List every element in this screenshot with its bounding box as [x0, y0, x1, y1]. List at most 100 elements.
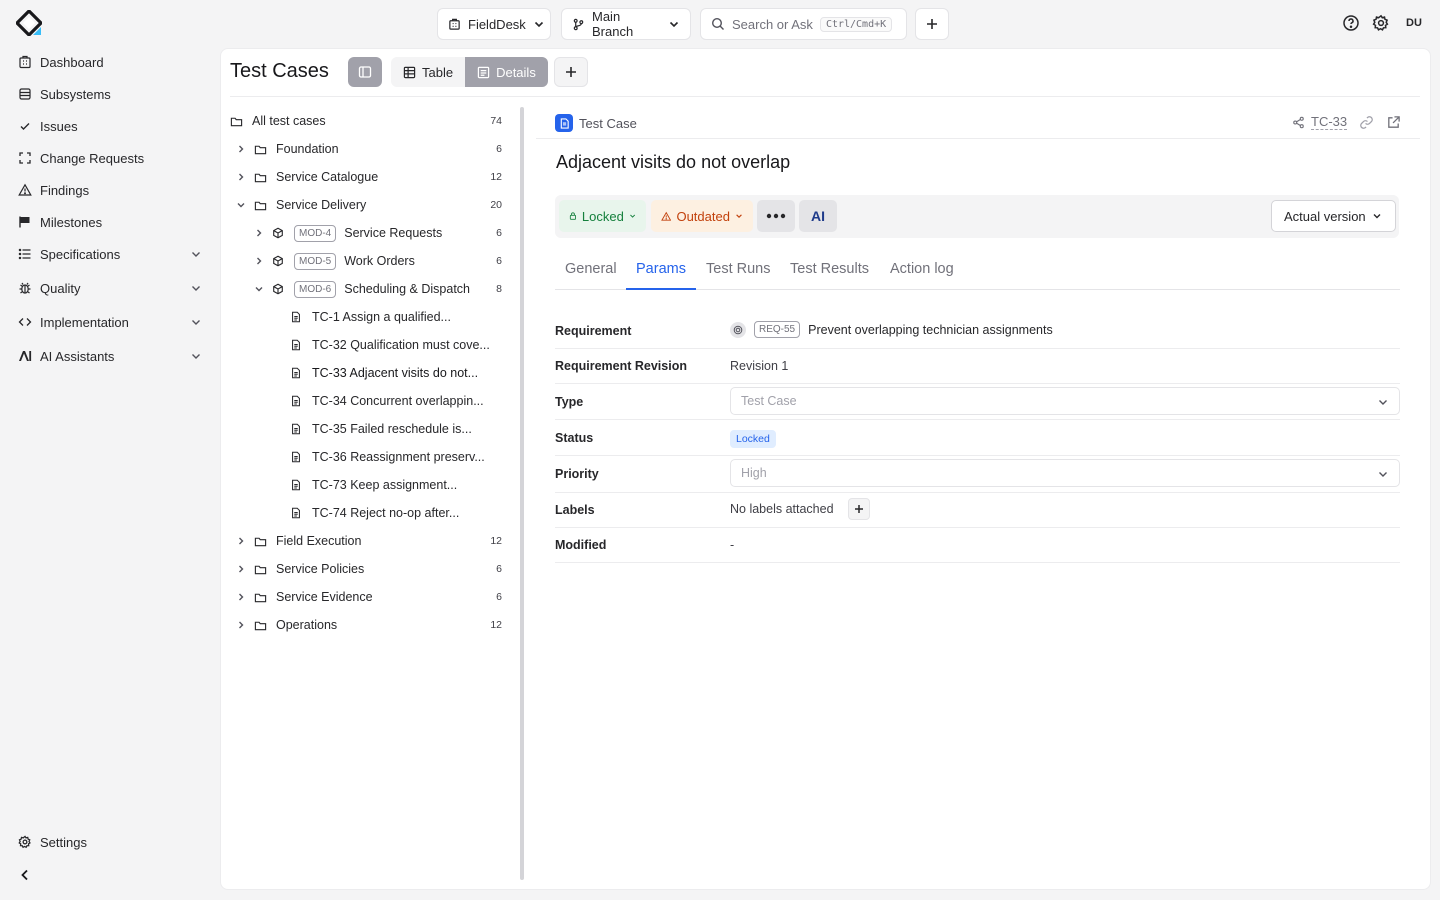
sidebar-item-label: AI Assistants	[40, 348, 115, 364]
sidebar-item-issues[interactable]: Issues	[12, 112, 212, 140]
tree-case-label: TC-1 Assign a qualified...	[312, 310, 451, 324]
type-select[interactable]: Test Case	[730, 387, 1400, 415]
tab-params[interactable]: Params	[626, 252, 696, 290]
collapse-sidebar-button[interactable]	[12, 861, 42, 889]
document-icon	[292, 423, 300, 435]
prop-label: Type	[555, 395, 584, 409]
open-external-button[interactable]	[1386, 115, 1401, 130]
help-button[interactable]	[1342, 14, 1362, 34]
sidebar-item-label: Milestones	[40, 214, 103, 230]
tree-module-label: Service Requests	[344, 226, 443, 240]
prop-type: Type Test Case	[555, 384, 1400, 420]
prop-label: Requirement Revision	[555, 359, 687, 373]
tree-case[interactable]: TC-34 Concurrent overlappin...	[290, 387, 484, 415]
sidebar-item-ai-assistants[interactable]: AI Assistants	[12, 342, 212, 370]
tree-folder[interactable]: Service Catalogue 12	[236, 163, 502, 191]
tree-case[interactable]: TC-32 Qualification must cove...	[290, 331, 490, 359]
tree-root[interactable]: All test cases 74	[230, 107, 502, 135]
tree-case-selected[interactable]: TC-33 Adjacent visits do not...	[290, 359, 478, 387]
tab-test-runs[interactable]: Test Runs	[696, 252, 780, 290]
tab-action-log[interactable]: Action log	[880, 252, 964, 290]
view-details-label: Details	[496, 64, 536, 80]
document-icon	[555, 114, 573, 132]
sidebar-item-label: Change Requests	[40, 150, 145, 166]
branch-selector[interactable]: Main Branch	[561, 8, 691, 40]
tree-count: 12	[490, 171, 502, 183]
tree-folder[interactable]: Operations 12	[236, 611, 502, 639]
settings-gear-button[interactable]	[1372, 14, 1392, 34]
app-logo[interactable]	[16, 10, 42, 36]
cube-icon	[273, 255, 283, 267]
link-icon	[1360, 116, 1373, 129]
create-button[interactable]	[915, 8, 949, 40]
requirement-link[interactable]: REQ-55 Prevent overlapping technician as…	[730, 321, 1053, 338]
tree-folder[interactable]: Foundation 6	[236, 135, 502, 163]
lock-icon	[569, 212, 577, 220]
tree-case[interactable]: TC-36 Reassignment preserv...	[290, 443, 485, 471]
chevron-right-icon	[239, 173, 244, 181]
share-icon	[1293, 116, 1304, 128]
search-icon	[711, 17, 724, 30]
tree-case-label: TC-36 Reassignment preserv...	[312, 450, 485, 464]
version-selector[interactable]: Actual version	[1271, 200, 1396, 232]
more-actions-button[interactable]	[757, 200, 795, 232]
view-table-button[interactable]: Table	[391, 57, 465, 87]
sidebar-item-milestones[interactable]: Milestones	[12, 208, 212, 236]
tree-root-label: All test cases	[252, 114, 326, 128]
chevron-right-icon	[239, 565, 244, 573]
tree-folder[interactable]: Field Execution 12	[236, 527, 502, 555]
tree-folder-label: Foundation	[276, 142, 339, 156]
sidebar-item-subsystems[interactable]: Subsystems	[12, 80, 212, 108]
tree-folder[interactable]: Service Delivery 20	[236, 191, 502, 219]
tree-folder[interactable]: Service Evidence 6	[236, 583, 502, 611]
document-icon	[292, 367, 300, 379]
prop-priority: Priority High	[555, 456, 1400, 493]
sidebar-item-change-requests[interactable]: Change Requests	[12, 144, 212, 172]
tree-case[interactable]: TC-74 Reject no-op after...	[290, 499, 459, 527]
tab-general[interactable]: General	[555, 252, 627, 290]
cube-icon	[273, 227, 283, 239]
tree-count: 12	[490, 619, 502, 631]
tree-module[interactable]: MOD-5 Work Orders 6	[254, 247, 502, 275]
chevron-down-icon	[669, 21, 679, 28]
priority-select[interactable]: High	[730, 459, 1400, 487]
lock-status-dropdown[interactable]: Locked	[559, 200, 646, 232]
tree-case[interactable]: TC-35 Failed reschedule is...	[290, 415, 472, 443]
tree-case[interactable]: TC-1 Assign a qualified...	[290, 303, 451, 331]
tree-module[interactable]: MOD-6 Scheduling & Dispatch 8	[254, 275, 502, 303]
view-details-button[interactable]: Details	[465, 57, 548, 87]
view-toggle: Table Details	[391, 57, 548, 87]
prop-status: Status Locked	[555, 420, 1400, 456]
user-avatar[interactable]: DU	[1403, 12, 1425, 34]
tab-test-results[interactable]: Test Results	[780, 252, 879, 290]
item-id-link[interactable]: TC-33	[1292, 114, 1348, 130]
prop-requirement-revision: Requirement Revision Revision 1	[555, 349, 1400, 384]
project-selector[interactable]: FieldDesk	[437, 8, 551, 40]
sidebar-item-dashboard[interactable]: Dashboard	[12, 48, 212, 76]
sidebar-item-quality[interactable]: Quality	[12, 274, 212, 302]
sidebar-item-specifications[interactable]: Specifications	[12, 240, 212, 268]
toggle-tree-button[interactable]	[348, 57, 382, 87]
search-input[interactable]: Search or Ask Ctrl/Cmd+K	[700, 8, 907, 40]
sidebar-item-implementation[interactable]: Implementation	[12, 308, 212, 336]
scan-icon	[19, 152, 31, 164]
tree-module[interactable]: MOD-4 Service Requests 6	[254, 219, 502, 247]
tree-case[interactable]: TC-73 Keep assignment...	[290, 471, 457, 499]
sidebar-item-label: Subsystems	[40, 86, 111, 102]
sync-status-dropdown[interactable]: Outdated	[651, 200, 753, 232]
sidebar-item-findings[interactable]: Findings	[12, 176, 212, 204]
chevron-right-icon	[239, 537, 244, 545]
prop-label: Priority	[555, 467, 599, 481]
tree-resize-handle[interactable]	[520, 107, 524, 880]
ai-assist-button[interactable]: AI	[799, 200, 837, 232]
sidebar-item-settings[interactable]: Settings	[12, 828, 212, 856]
tree-folder-label: Operations	[276, 618, 338, 632]
add-test-case-button[interactable]	[554, 57, 588, 87]
chevron-down-icon	[192, 354, 200, 359]
item-title: Adjacent visits do not overlap	[556, 152, 791, 172]
add-label-button[interactable]	[847, 498, 870, 520]
copy-link-button[interactable]	[1359, 115, 1374, 130]
tree-module-label: Scheduling & Dispatch	[344, 282, 471, 296]
tree-folder[interactable]: Service Policies 6	[236, 555, 502, 583]
code-icon	[18, 318, 32, 326]
